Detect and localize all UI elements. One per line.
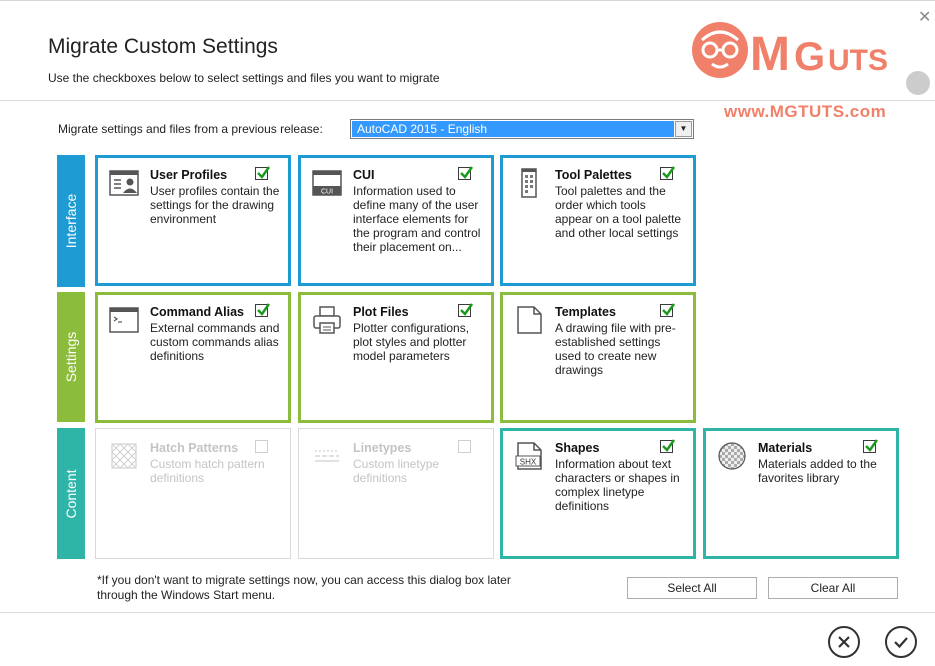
card-materials[interactable]: Materials Materials added to the favorit… xyxy=(703,428,899,559)
release-selected-value: AutoCAD 2015 - English xyxy=(352,121,674,137)
checkbox-tool-palettes[interactable] xyxy=(660,166,676,180)
window-top-border xyxy=(0,0,935,1)
printer-icon xyxy=(313,306,341,334)
header-divider xyxy=(0,100,935,101)
band-interface-label: Interface xyxy=(63,193,79,249)
checkmark-icon xyxy=(865,439,879,452)
chevron-down-icon[interactable]: ▼ xyxy=(675,121,692,137)
card-shapes[interactable]: SHX Shapes Information about text charac… xyxy=(500,428,696,559)
card-description: Information about text characters or sha… xyxy=(555,457,680,513)
card-description: Information used to define many of the u… xyxy=(353,184,481,254)
band-interface: Interface xyxy=(57,155,85,287)
band-settings: Settings xyxy=(57,292,85,422)
svg-text:M: M xyxy=(750,28,790,81)
document-icon xyxy=(517,306,542,334)
checkmark-icon xyxy=(662,166,676,179)
clear-all-button[interactable]: Clear All xyxy=(768,577,898,599)
user-profile-icon xyxy=(109,170,139,196)
linetype-icon xyxy=(315,450,339,462)
card-description: A drawing file with pre-established sett… xyxy=(555,321,676,377)
cancel-circle-icon[interactable] xyxy=(828,626,860,658)
card-hatch-patterns: Hatch Patterns Custom hatch pattern defi… xyxy=(95,428,291,559)
material-sphere-icon xyxy=(718,442,746,470)
checkmark-icon xyxy=(257,303,271,316)
checkbox-templates[interactable] xyxy=(660,303,676,317)
checkbox-shapes[interactable] xyxy=(660,439,676,453)
watermark-url: www.MGTUTS.com xyxy=(724,102,887,121)
dialog-subtitle: Use the checkboxes below to select setti… xyxy=(48,71,440,85)
cui-icon-text: CUI xyxy=(321,189,333,196)
command-window-icon xyxy=(109,307,139,333)
checkbox-cui[interactable] xyxy=(458,166,474,180)
card-plot-files[interactable]: Plot Files Plotter configurations, plot … xyxy=(298,292,494,423)
card-linetypes: Linetypes Custom linetype definitions xyxy=(298,428,494,559)
shx-file-icon: SHX xyxy=(515,442,542,470)
ok-circle-icon[interactable] xyxy=(885,626,917,658)
band-settings-label: Settings xyxy=(63,331,79,383)
card-cui[interactable]: CUI CUI Information used to define many … xyxy=(298,155,494,286)
card-description: User profiles contain the settings for t… xyxy=(150,184,280,226)
card-description: Materials added to the favorites library xyxy=(758,457,877,485)
dialog-title: Migrate Custom Settings xyxy=(48,35,278,58)
checkmark-icon xyxy=(662,303,676,316)
checkbox-command-alias[interactable] xyxy=(255,303,271,317)
card-command-alias[interactable]: Command Alias External commands and cust… xyxy=(95,292,291,423)
checkbox-plot-files[interactable] xyxy=(458,303,474,317)
band-content: Content xyxy=(57,428,85,559)
release-row: Migrate settings and files from a previo… xyxy=(58,119,694,139)
cui-icon: CUI xyxy=(312,170,342,196)
checkmark-icon xyxy=(662,439,676,452)
card-description: Plotter configurations, plot styles and … xyxy=(353,321,470,363)
svg-text:UTS: UTS xyxy=(828,44,888,77)
release-label: Migrate settings and files from a previo… xyxy=(58,122,323,136)
card-description: External commands and custom commands al… xyxy=(150,321,280,363)
checkbox-user-profiles[interactable] xyxy=(255,166,271,180)
band-content-label: Content xyxy=(63,468,79,519)
checkbox-materials[interactable] xyxy=(863,439,879,453)
watermark-dot xyxy=(906,71,930,95)
footnote-text: *If you don't want to migrate settings n… xyxy=(97,573,511,602)
checkmark-icon xyxy=(257,166,271,179)
card-description: Tool palettes and the order which tools … xyxy=(555,184,682,240)
footer-divider xyxy=(0,612,935,613)
checkmark-icon xyxy=(460,166,474,179)
release-dropdown[interactable]: AutoCAD 2015 - English ▼ xyxy=(350,119,694,139)
card-templates[interactable]: Templates A drawing file with pre-establ… xyxy=(500,292,696,423)
hatch-pattern-icon xyxy=(111,443,137,469)
shx-icon-text: SHX xyxy=(520,458,537,467)
card-description: Custom hatch pattern definitions xyxy=(150,457,265,485)
card-description: Custom linetype definitions xyxy=(353,457,440,485)
card-tool-palettes[interactable]: Tool Palettes Tool palettes and the orde… xyxy=(500,155,696,286)
checkbox-hatch-patterns xyxy=(255,440,268,453)
card-user-profiles[interactable]: User Profiles User profiles contain the … xyxy=(95,155,291,286)
watermark-logo: M G UTS xyxy=(692,22,888,81)
checkmark-icon xyxy=(460,303,474,316)
select-all-button[interactable]: Select All xyxy=(627,577,757,599)
svg-text:G: G xyxy=(794,35,825,79)
checkbox-linetypes xyxy=(458,440,471,453)
tool-palette-icon xyxy=(521,168,537,198)
